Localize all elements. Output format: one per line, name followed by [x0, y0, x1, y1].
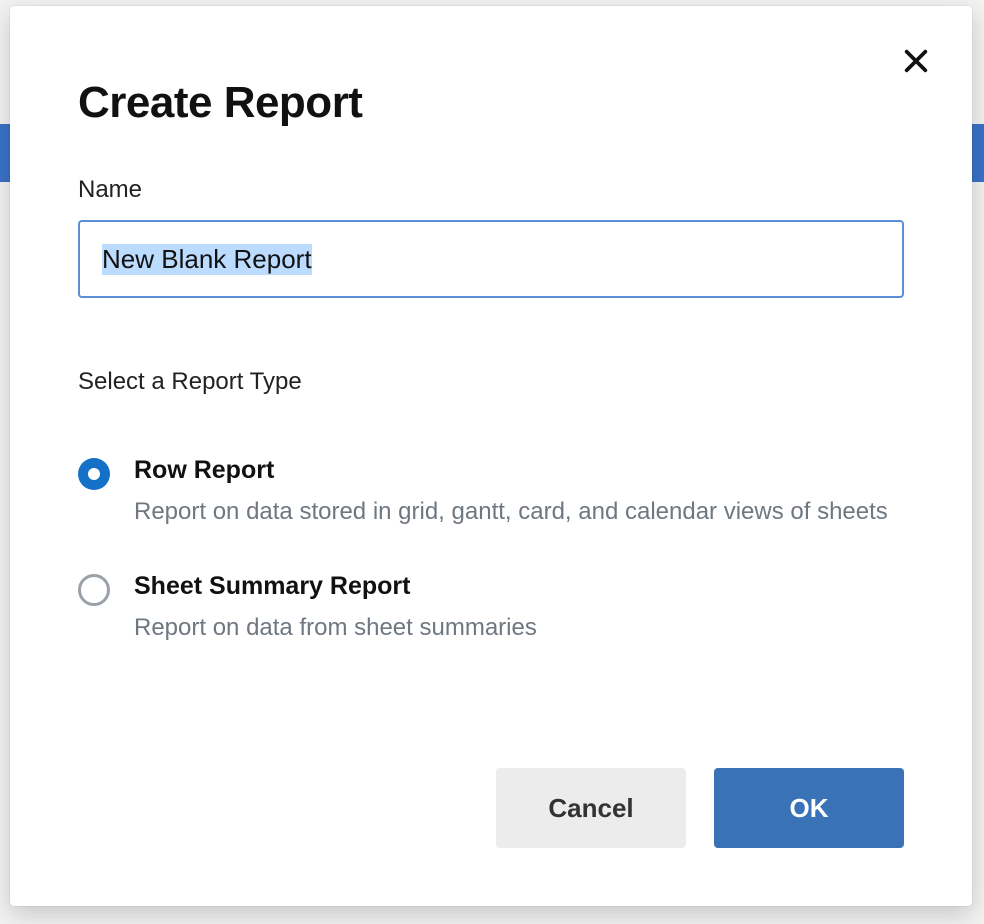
radio-title: Row Report — [134, 456, 904, 485]
close-icon — [902, 47, 930, 78]
radio-text-block: Row Report Report on data stored in grid… — [134, 456, 904, 530]
radio-description: Report on data from sheet summaries — [134, 611, 904, 646]
dialog-button-row: Cancel OK — [496, 768, 904, 848]
radio-indicator-icon — [78, 458, 110, 490]
name-field-label: Name — [78, 176, 904, 204]
report-type-radio-group: Row Report Report on data stored in grid… — [78, 456, 904, 646]
close-button[interactable] — [896, 42, 936, 82]
radio-text-block: Sheet Summary Report Report on data from… — [134, 572, 904, 646]
radio-indicator-icon — [78, 574, 110, 606]
dialog-title: Create Report — [78, 78, 904, 128]
report-type-label: Select a Report Type — [78, 368, 904, 396]
cancel-button[interactable]: Cancel — [496, 768, 686, 848]
radio-sheet-summary-report[interactable]: Sheet Summary Report Report on data from… — [78, 572, 904, 646]
radio-row-report[interactable]: Row Report Report on data stored in grid… — [78, 456, 904, 530]
radio-title: Sheet Summary Report — [134, 572, 904, 601]
ok-button[interactable]: OK — [714, 768, 904, 848]
report-name-input[interactable] — [78, 220, 904, 298]
radio-description: Report on data stored in grid, gantt, ca… — [134, 495, 904, 530]
create-report-dialog: Create Report Name Select a Report Type … — [10, 6, 972, 906]
